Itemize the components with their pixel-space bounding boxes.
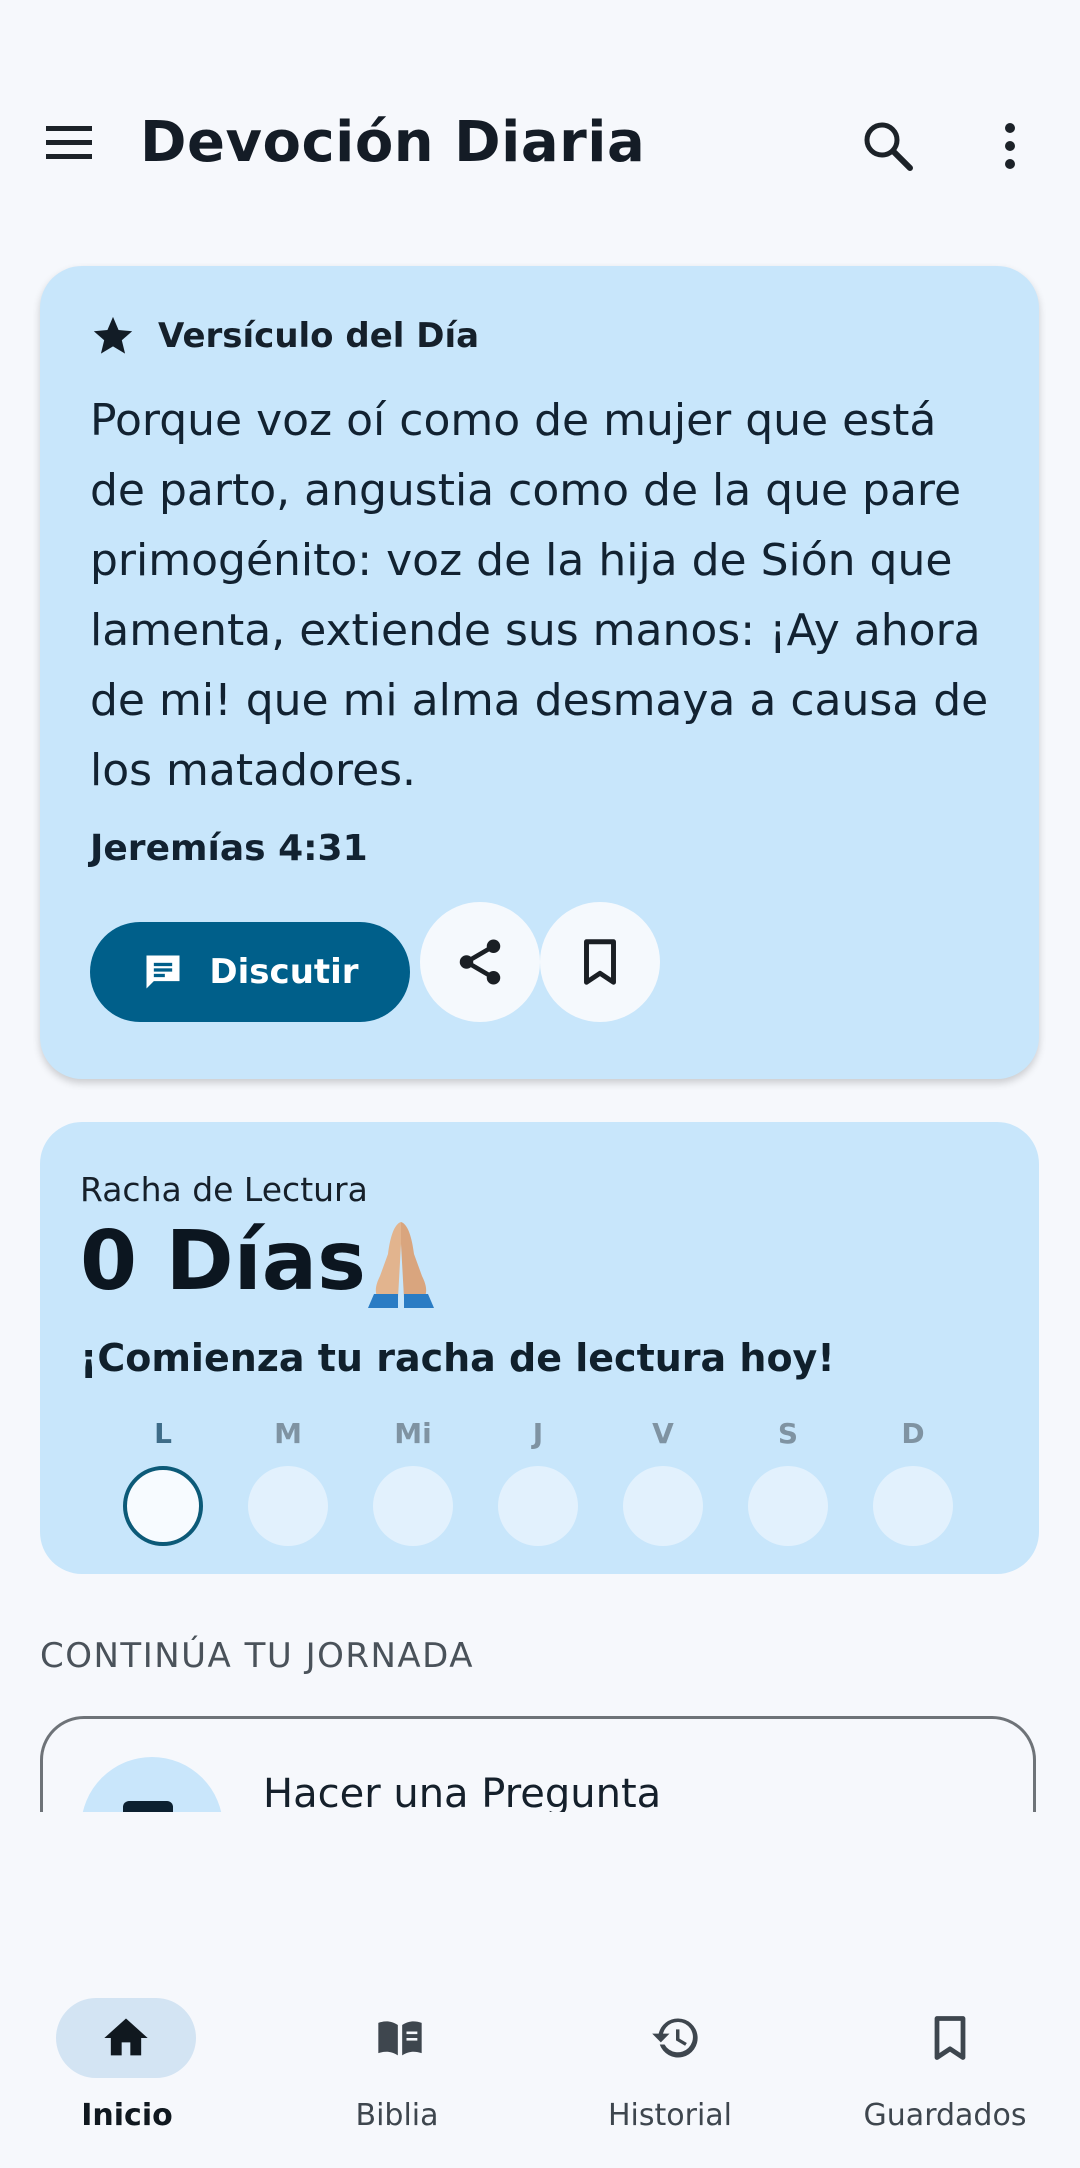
journey-list: Hacer una Pregunta <box>40 1716 1040 1812</box>
nav-item-saved[interactable]: Guardados <box>810 1948 1080 2148</box>
day-indicator <box>373 1466 453 1546</box>
history-icon <box>652 2018 698 2058</box>
nav-label: Guardados <box>863 2098 1027 2133</box>
verse-badge-label: Versículo del Día <box>158 316 480 356</box>
top-app-bar: Devoción Diaria <box>0 0 1080 270</box>
journey-item-title: Hacer una Pregunta <box>263 1771 662 1812</box>
day-indicator <box>498 1466 578 1546</box>
chat-icon <box>146 955 180 989</box>
share-button[interactable] <box>420 902 540 1022</box>
chat-icon <box>123 1801 173 1812</box>
ask-question-icon-circle <box>81 1757 223 1812</box>
bookmark-button[interactable] <box>540 902 660 1022</box>
section-title: CONTINÚA TU JORNADA <box>40 1636 475 1676</box>
discuss-button-label: Discutir <box>209 952 359 992</box>
discuss-button[interactable]: Discutir <box>90 922 410 1022</box>
day-thursday: J <box>497 1414 579 1546</box>
home-icon <box>104 2018 148 2056</box>
nav-item-home[interactable]: Inicio <box>0 1948 270 2148</box>
day-label: L <box>154 1417 172 1450</box>
bookmark-outline-icon <box>584 939 616 985</box>
day-label: J <box>532 1417 544 1450</box>
day-label: S <box>777 1417 799 1450</box>
day-indicator <box>873 1466 953 1546</box>
nav-item-bible[interactable]: Biblia <box>270 1948 540 2148</box>
week-tracker: L M Mi J V S D <box>122 1414 962 1554</box>
menu-icon[interactable] <box>40 118 100 168</box>
ask-question-card[interactable]: Hacer una Pregunta <box>40 1716 1036 1812</box>
day-indicator <box>748 1466 828 1546</box>
star-icon <box>93 316 133 354</box>
day-label: M <box>274 1417 302 1450</box>
book-icon <box>378 2021 422 2056</box>
more-vert-icon[interactable] <box>990 116 1030 176</box>
streak-count: 0 Días <box>80 1214 366 1309</box>
day-indicator <box>248 1466 328 1546</box>
app-title: Devoción Diaria <box>140 110 646 175</box>
day-sunday: D <box>872 1414 954 1546</box>
day-friday: V <box>622 1414 704 1546</box>
day-monday: L <box>122 1414 204 1546</box>
verse-text: Porque voz oí como de mujer que está de … <box>90 395 989 796</box>
streak-label: Racha de Lectura <box>80 1170 368 1209</box>
day-label: Mi <box>394 1417 432 1450</box>
reading-streak-card: Racha de Lectura 0 Días ¡Comienza tu rac… <box>40 1122 1039 1574</box>
verse-badge: Versículo del Día <box>90 316 479 356</box>
nav-label: Historial <box>607 2098 733 2133</box>
search-icon[interactable] <box>858 116 918 176</box>
nav-item-history[interactable]: Historial <box>540 1948 810 2148</box>
day-label: V <box>652 1417 674 1450</box>
day-indicator <box>123 1466 203 1546</box>
nav-label: Inicio <box>81 2098 173 2133</box>
share-icon <box>459 939 501 985</box>
day-tuesday: M <box>247 1414 329 1546</box>
verse-reference: Jeremías 4:31 <box>90 828 368 869</box>
verse-of-the-day-card: Versículo del Día Porque voz oí como de … <box>40 266 1039 1079</box>
day-indicator <box>623 1466 703 1546</box>
day-label: D <box>901 1417 925 1450</box>
day-saturday: S <box>747 1414 829 1546</box>
streak-cta: ¡Comienza tu racha de lectura hoy! <box>80 1336 835 1380</box>
bottom-navigation: Inicio Biblia Historial Guardados <box>0 1948 1080 2168</box>
bookmark-icon <box>934 2016 966 2060</box>
day-wednesday: Mi <box>372 1414 454 1546</box>
praying-hands-icon <box>368 1222 434 1308</box>
nav-label: Biblia <box>355 2098 439 2133</box>
